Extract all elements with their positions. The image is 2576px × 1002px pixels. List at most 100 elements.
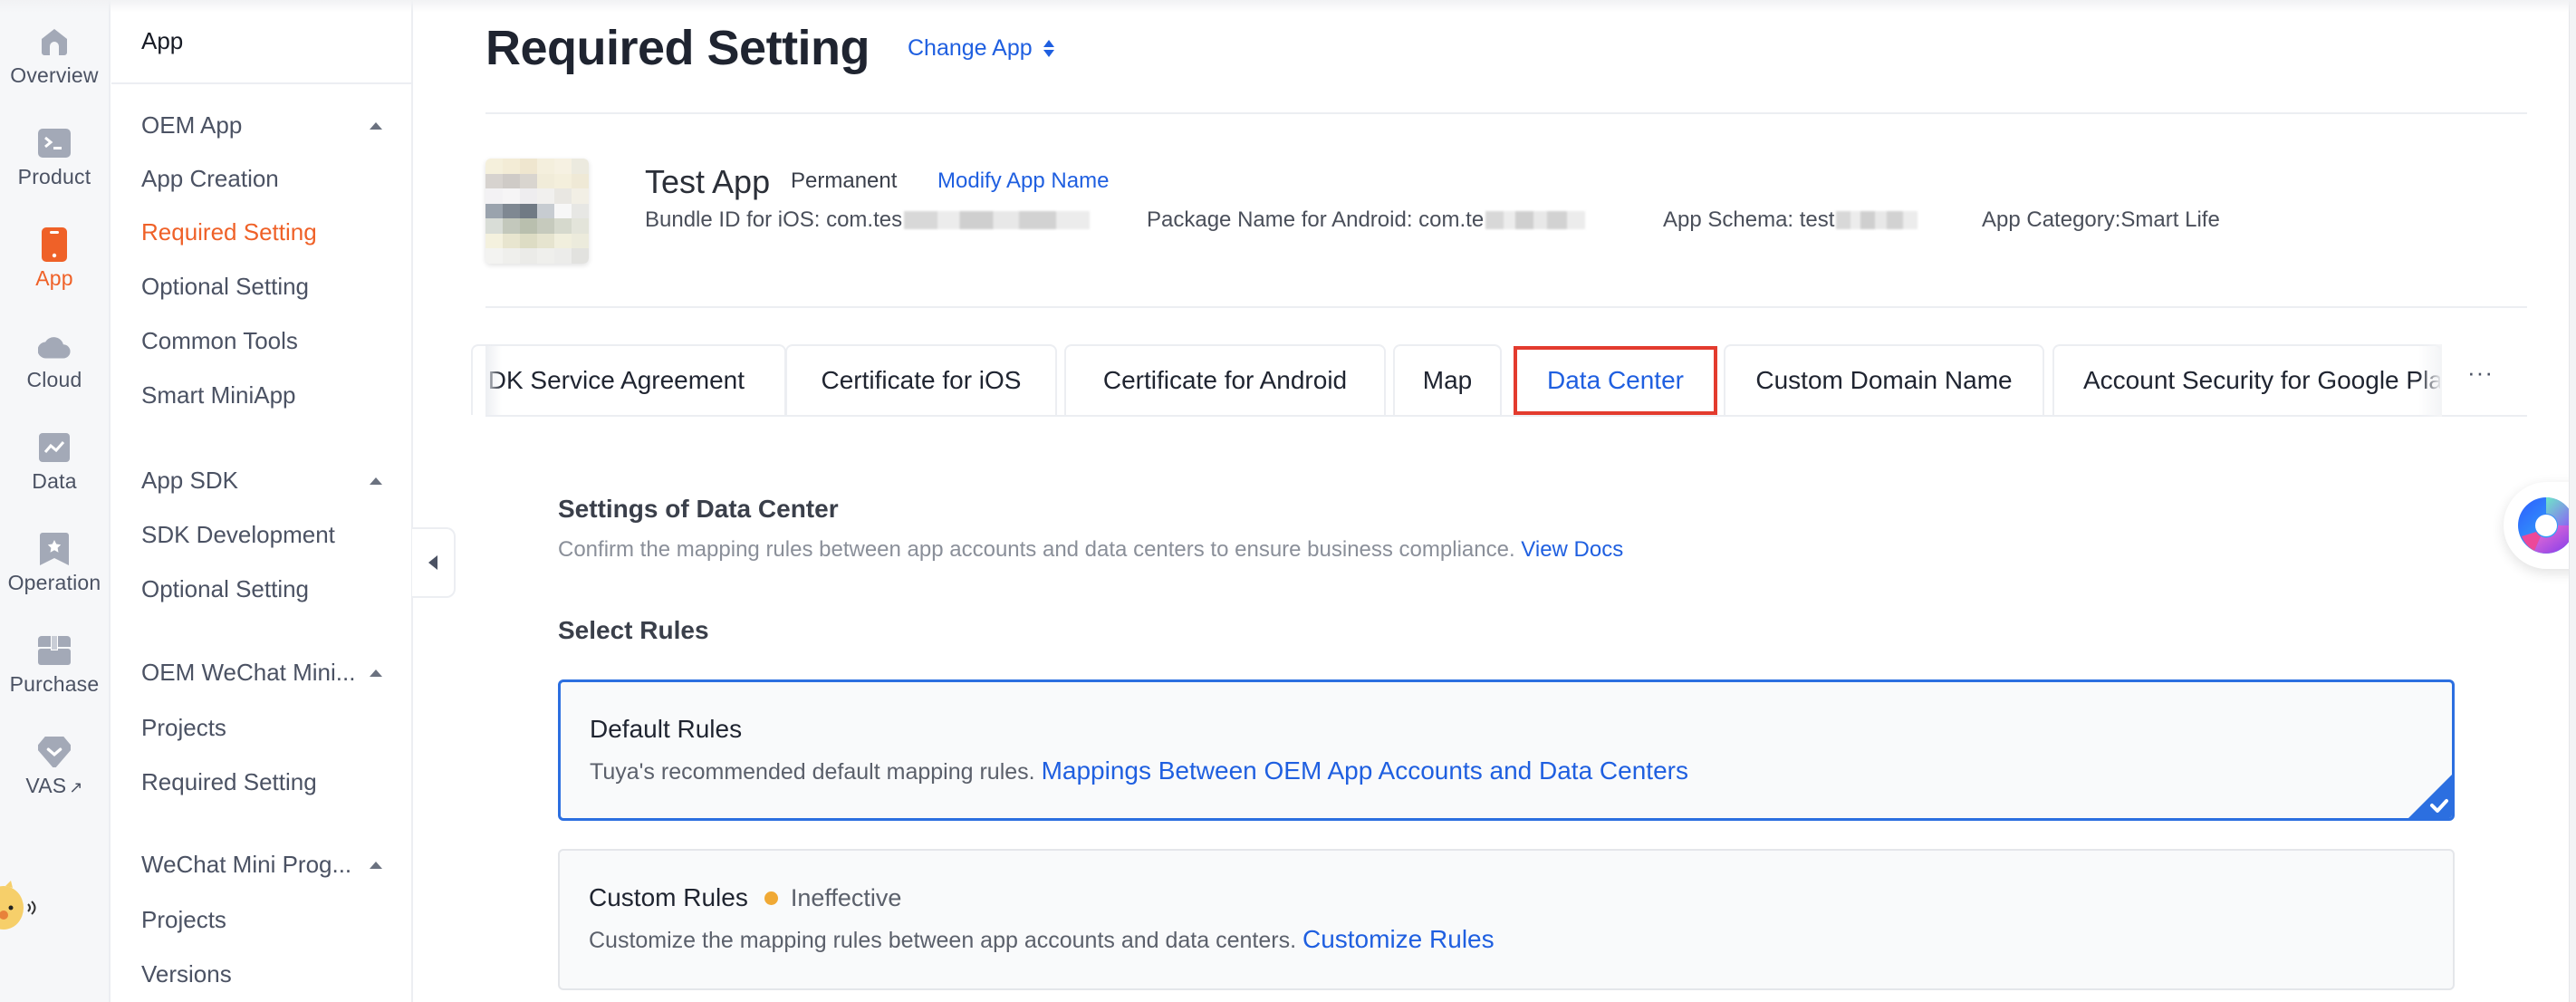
caret-up-icon — [370, 669, 382, 677]
rail-item-app[interactable]: App — [0, 227, 109, 291]
caret-up-icon — [370, 121, 382, 130]
bookmark-star-icon — [38, 533, 71, 565]
app-name: Test App — [645, 163, 771, 200]
redacted-value — [1836, 211, 1918, 229]
app-schema-text: App Schema: test — [1663, 207, 1835, 232]
ai-assistant-button[interactable] — [2504, 482, 2576, 569]
subnav-item-optional-setting[interactable]: Optional Setting — [141, 273, 309, 301]
caret-left-icon — [428, 555, 437, 570]
rail-item-vas[interactable]: VAS ↗ — [0, 736, 109, 798]
subnav-item-mini-program-projects[interactable]: Projects — [141, 906, 226, 934]
package-name-android: Package Name for Android: com.te — [1147, 207, 1586, 233]
cloud-icon — [38, 330, 71, 362]
view-docs-link[interactable]: View Docs — [1521, 537, 1623, 562]
subnav-item-mini-program-versions[interactable]: Versions — [141, 960, 232, 988]
header-divider — [485, 112, 2527, 114]
subnav-group-label: WeChat Mini Prog... — [141, 851, 352, 878]
rail-item-purchase[interactable]: Purchase — [0, 634, 109, 697]
rail-label: App — [35, 266, 73, 290]
bundle-id-ios-text: Bundle ID for iOS: com.tes — [645, 207, 903, 232]
subnav-group-label: OEM WeChat Mini... — [141, 659, 356, 686]
rule-description-text: Customize the mapping rules between app … — [589, 928, 1297, 953]
subnav-item-sdk-development[interactable]: SDK Development — [141, 521, 335, 549]
subnav-item-common-tools[interactable]: Common Tools — [141, 327, 298, 355]
caret-up-icon — [370, 477, 382, 485]
terminal-icon — [38, 127, 71, 159]
home-icon — [38, 25, 71, 58]
subnav-item-smart-miniapp[interactable]: Smart MiniApp — [141, 381, 296, 409]
ai-assistant-logo-icon — [2518, 497, 2574, 554]
rule-description: Customize the mapping rules between app … — [589, 925, 1495, 954]
rule-card-default[interactable]: Default Rules Tuya's recommended default… — [558, 679, 2455, 821]
rule-name: Custom Rules — [589, 883, 748, 911]
external-link-icon: ↗ — [69, 778, 83, 796]
rail-item-operation[interactable]: Operation — [0, 533, 109, 595]
subnav-group-oem-app[interactable]: OEM App — [141, 111, 386, 140]
rail-label: Operation — [7, 571, 101, 594]
redacted-value — [904, 211, 1091, 229]
vas-diamond-icon — [38, 736, 71, 768]
customize-rules-link[interactable]: Customize Rules — [1302, 925, 1495, 953]
bundle-id-ios: Bundle ID for iOS: com.tes — [645, 207, 1091, 233]
selected-check-icon — [2408, 775, 2452, 818]
rail-label: Cloud — [26, 368, 82, 391]
section-description-text: Confirm the mapping rules between app ac… — [558, 537, 1515, 562]
app-category: App Category:Smart Life — [1982, 207, 2220, 233]
app-category-text: App Category:Smart Life — [1982, 207, 2220, 232]
change-app-label: Change App — [908, 35, 1033, 61]
tab-account-security-google-play[interactable]: Account Security for Google Pla — [2052, 344, 2442, 415]
collapse-sidebar-button[interactable] — [412, 527, 456, 598]
subnav-header: App — [111, 0, 411, 84]
redacted-value — [1485, 211, 1586, 229]
rail-label: Overview — [10, 63, 99, 87]
tabs-more-button[interactable]: ··· — [2467, 359, 2494, 387]
tab-custom-domain-name[interactable]: Custom Domain Name — [1724, 344, 2044, 415]
package-name-android-text: Package Name for Android: com.te — [1147, 207, 1485, 232]
tab-sdk-service-agreement[interactable]: DK Service Agreement — [471, 344, 786, 415]
mappings-link[interactable]: Mappings Between OEM App Accounts and Da… — [1042, 756, 1688, 785]
rule-card-custom[interactable]: Custom Rules Ineffective Customize the m… — [558, 849, 2455, 990]
mascot-assistant-icon[interactable] — [0, 881, 36, 933]
rule-description-text: Tuya's recommended default mapping rules… — [590, 759, 1035, 785]
subnav-item-app-creation[interactable]: App Creation — [141, 165, 279, 193]
page-scrollbar[interactable] — [2569, 0, 2576, 1002]
tab-map[interactable]: Map — [1393, 344, 1502, 415]
subnav-group-label: App SDK — [141, 467, 238, 494]
app-icon-image — [485, 159, 589, 264]
caret-up-icon — [370, 861, 382, 869]
section-title: Settings of Data Center — [558, 495, 839, 523]
rule-name-row: Custom Rules Ineffective — [589, 883, 901, 912]
rail-item-product[interactable]: Product — [0, 127, 109, 189]
subnav-group-wechat-mini-program[interactable]: WeChat Mini Prog... — [141, 851, 386, 879]
section-description: Confirm the mapping rules between app ac… — [558, 537, 1623, 563]
app-status-badge: Permanent — [791, 169, 898, 193]
box-icon — [38, 634, 71, 667]
tab-certificate-ios[interactable]: Certificate for iOS — [785, 344, 1057, 415]
rail-item-data[interactable]: Data — [0, 431, 109, 494]
change-app-dropdown[interactable]: Change App — [908, 35, 1054, 62]
rule-description: Tuya's recommended default mapping rules… — [590, 756, 1688, 785]
subnav-group-oem-wechat-mini[interactable]: OEM WeChat Mini... — [141, 659, 386, 687]
rail-label: VAS ↗ — [25, 774, 82, 798]
rail-label: Purchase — [9, 672, 100, 696]
subnav-item-required-setting[interactable]: Required Setting — [141, 218, 317, 246]
app-schema: App Schema: test — [1663, 207, 1918, 233]
rail-label: Product — [17, 165, 91, 188]
status-dot — [764, 891, 778, 905]
primary-nav-rail: Overview Product App Cloud Data Operatio… — [0, 0, 111, 1002]
tab-data-center[interactable]: Data Center — [1514, 346, 1717, 415]
rail-label-text: VAS — [25, 774, 67, 797]
subnav-item-wechat-projects[interactable]: Projects — [141, 714, 226, 742]
select-rules-title: Select Rules — [558, 616, 709, 644]
phone-icon — [38, 227, 71, 262]
rail-item-overview[interactable]: Overview — [0, 25, 109, 88]
subnav-item-wechat-required-setting[interactable]: Required Setting — [141, 768, 317, 796]
rule-name: Default Rules — [590, 715, 743, 743]
sort-updown-icon — [1043, 40, 1054, 57]
subnav-group-app-sdk[interactable]: App SDK — [141, 467, 386, 495]
rail-item-cloud[interactable]: Cloud — [0, 330, 109, 392]
tab-certificate-android[interactable]: Certificate for Android — [1064, 344, 1386, 415]
app-info-divider — [485, 306, 2527, 308]
modify-app-name-link[interactable]: Modify App Name — [937, 169, 1109, 194]
subnav-item-sdk-optional-setting[interactable]: Optional Setting — [141, 575, 309, 603]
